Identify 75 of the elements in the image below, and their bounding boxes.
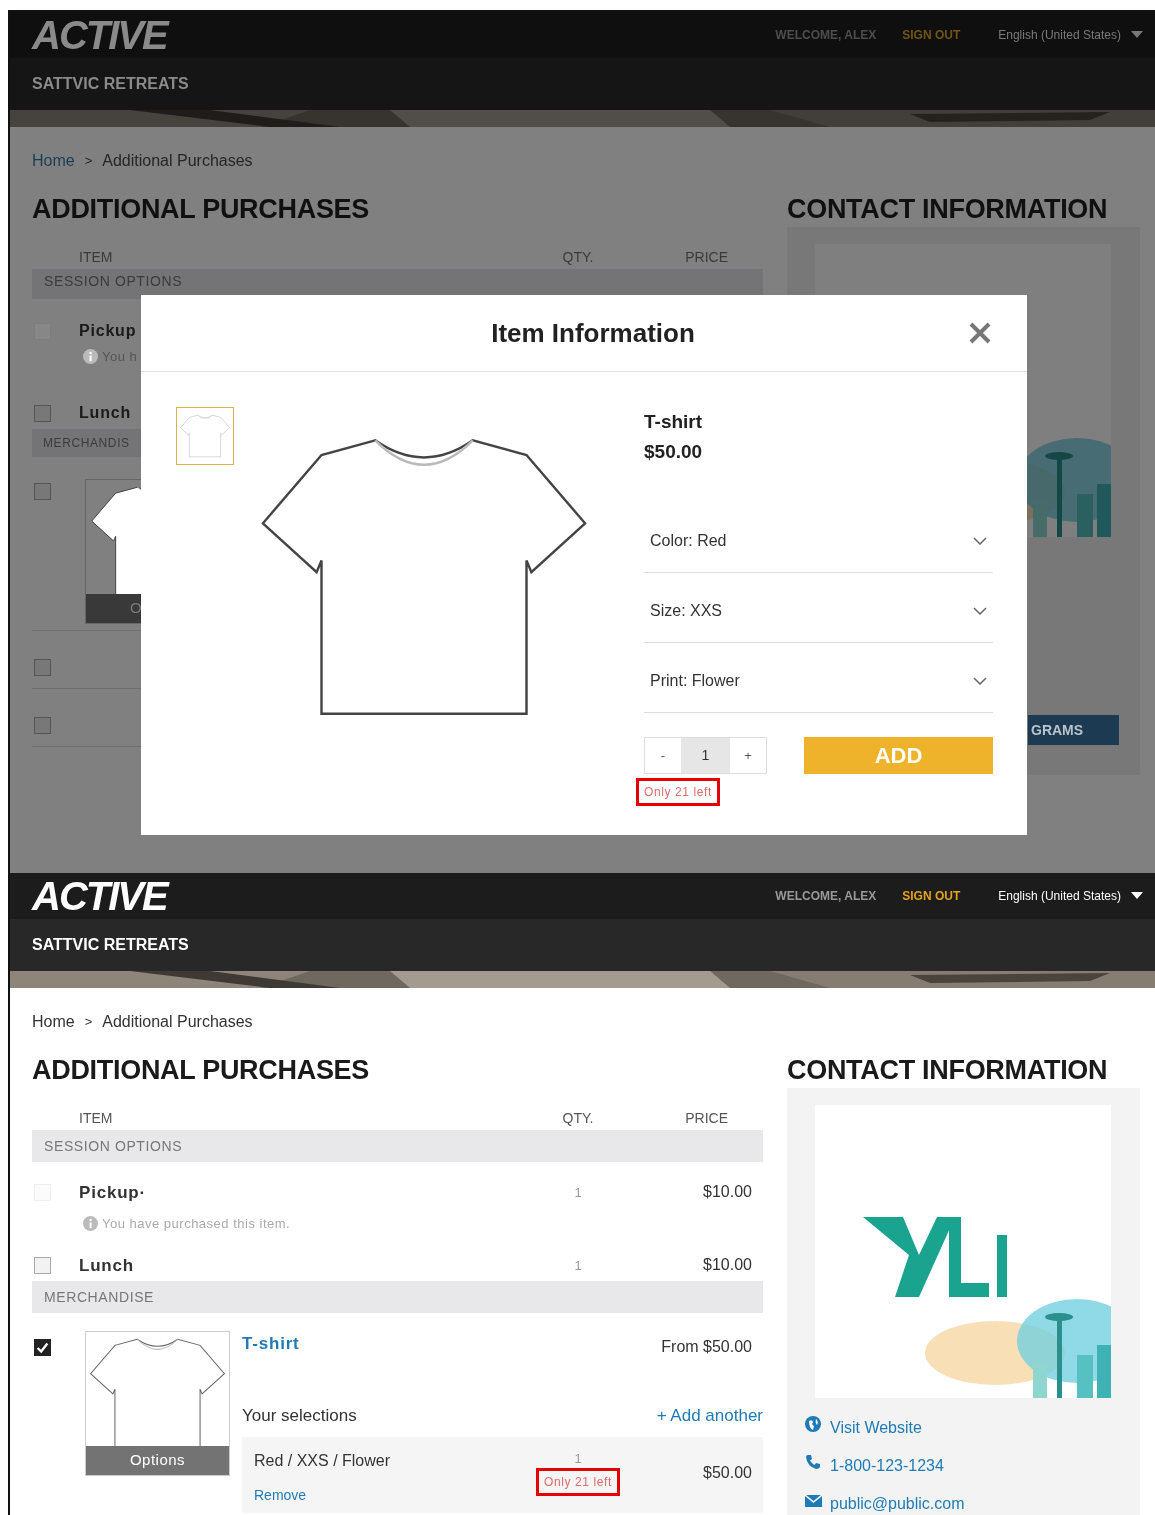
breadcrumb-link[interactable]: Home — [32, 1012, 75, 1032]
item-name: Pickup — [79, 321, 138, 341]
item-name: Pickup· — [79, 1182, 147, 1204]
caret-icon — [1131, 31, 1143, 39]
contact-link[interactable]: public@public.com — [830, 1492, 965, 1515]
chevron-down-icon — [973, 677, 987, 685]
checkbox[interactable] — [34, 717, 51, 734]
sign-out-link[interactable]: SIGN OUT — [902, 26, 961, 44]
welcome-text: WELCOME, ALEX — [775, 27, 877, 44]
add-another-link[interactable]: + Add another — [656, 1403, 763, 1429]
selection-text: Red / XXS / Flower — [254, 1450, 392, 1471]
column-header: QTY. — [561, 1109, 595, 1128]
checkbox[interactable] — [34, 659, 51, 676]
thumbnail-button[interactable] — [176, 407, 234, 465]
column-header: PRICE — [684, 1109, 729, 1128]
breadcrumb-current: Additional Purchases — [102, 151, 253, 171]
column-header: ITEM — [79, 248, 114, 267]
options-button[interactable]: Options — [86, 1446, 229, 1475]
page-heading: ADDITIONAL PURCHASES — [32, 1054, 371, 1086]
section-header: MERCHANDISE — [32, 1281, 763, 1313]
option-dropdown[interactable]: Print: Flower — [644, 643, 993, 713]
chevron-down-icon — [973, 537, 987, 545]
checkbox[interactable] — [34, 405, 51, 422]
language-select[interactable]: English (United States) — [998, 26, 1121, 44]
item-name: Lunch — [79, 403, 131, 423]
close-button[interactable] — [969, 322, 991, 344]
item-note: You have purchased this item. — [102, 1214, 291, 1233]
organization-name: SATTVIC RETREATS — [32, 935, 189, 955]
contact-link[interactable]: 1-800-123-1234 — [830, 1454, 944, 1478]
column-header: QTY. — [561, 248, 595, 267]
checkbox[interactable] — [34, 1339, 51, 1356]
contact-link[interactable]: Visit Website — [830, 1416, 922, 1440]
organization-name: SATTVIC RETREATS — [32, 74, 189, 94]
info-icon — [83, 1215, 98, 1231]
item-name: Lunch — [79, 1255, 135, 1277]
breadcrumb-link[interactable]: Home — [32, 151, 75, 171]
breadcrumb-separator: > — [84, 1013, 93, 1031]
modal-title: Item Information — [490, 316, 696, 350]
welcome-text: WELCOME, ALEX — [775, 888, 877, 905]
logo[interactable]: ACTIVE — [32, 876, 167, 916]
option-dropdown[interactable]: Size: XXS — [644, 573, 993, 643]
stock-note: Only 21 left — [536, 1468, 620, 1496]
quantity-text: 1 — [574, 1185, 582, 1200]
price-text: From $50.00 — [661, 1337, 753, 1357]
option-dropdown[interactable]: Color: Red — [644, 503, 993, 573]
price-text: $10.00 — [703, 1256, 752, 1273]
column-header: PRICE — [684, 248, 729, 267]
price-text: $10.00 — [703, 1183, 752, 1200]
programs-button[interactable]: GRAMS — [1028, 715, 1119, 745]
section-header: SESSION OPTIONS — [32, 1130, 763, 1162]
checkbox[interactable] — [34, 1257, 51, 1274]
close-icon — [969, 322, 991, 344]
quantity-text: 1 — [574, 1258, 582, 1273]
info-icon — [83, 349, 98, 365]
checkbox[interactable] — [34, 483, 51, 500]
globe-icon — [805, 1416, 822, 1433]
section-heading: CONTACT INFORMATION — [787, 193, 1109, 225]
sign-out-link[interactable]: SIGN OUT — [902, 887, 961, 905]
logo[interactable]: ACTIVE — [32, 15, 167, 55]
quantity-text: 1 — [574, 1449, 582, 1468]
breadcrumb-separator: > — [84, 152, 93, 170]
remove-link[interactable]: Remove — [254, 1484, 307, 1506]
price-text: $50.00 — [703, 1463, 752, 1481]
caret-icon — [1131, 892, 1143, 900]
section-heading: CONTACT INFORMATION — [787, 1054, 1109, 1086]
phone-icon — [805, 1454, 822, 1471]
language-select[interactable]: English (United States) — [998, 887, 1121, 905]
chevron-down-icon — [973, 607, 987, 615]
breadcrumb-current: Additional Purchases — [102, 1012, 253, 1032]
page-heading: ADDITIONAL PURCHASES — [32, 193, 371, 225]
stock-note: Only 21 left — [636, 778, 720, 806]
selections-label: Your selections — [242, 1405, 357, 1427]
product-link[interactable]: T-shirt — [242, 1331, 300, 1359]
column-header: ITEM — [79, 1109, 114, 1128]
envelope-icon — [805, 1492, 822, 1509]
